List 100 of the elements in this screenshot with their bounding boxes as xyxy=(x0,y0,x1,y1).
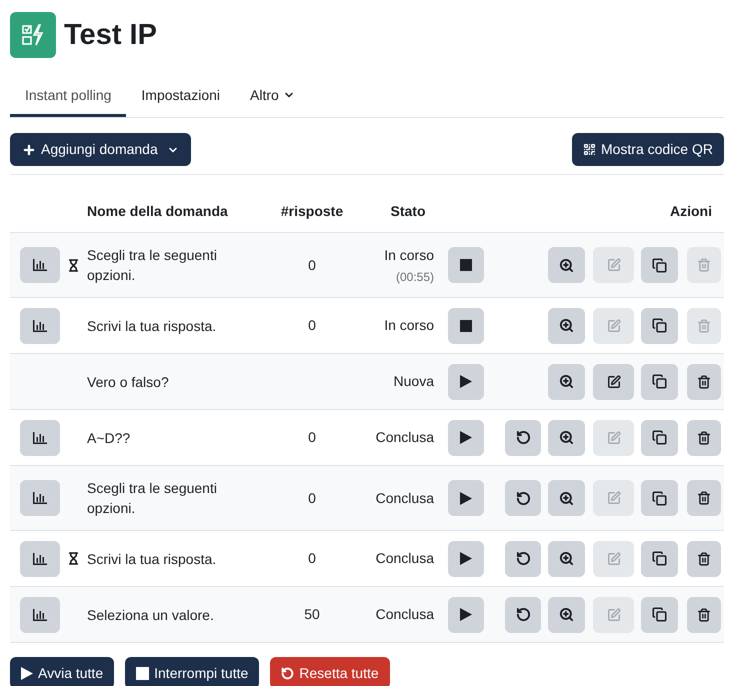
preview-button[interactable] xyxy=(548,480,585,516)
reset-button[interactable] xyxy=(505,420,541,456)
play-icon xyxy=(460,431,472,444)
add-question-button[interactable]: Aggiungi domanda xyxy=(10,133,191,166)
copy-button[interactable] xyxy=(641,596,678,632)
stats-button[interactable] xyxy=(20,247,60,283)
column-header: Nome della domanda xyxy=(87,203,228,219)
preview-button[interactable] xyxy=(548,308,585,344)
copy-button[interactable] xyxy=(641,308,678,344)
reset-icon xyxy=(516,490,530,506)
edit-icon xyxy=(606,491,620,505)
reset-all-button[interactable]: Resetta tutte xyxy=(270,657,390,686)
play-icon xyxy=(21,666,33,680)
response-count: 0 xyxy=(308,550,316,566)
copy-icon xyxy=(652,551,667,566)
edit-icon xyxy=(606,608,620,622)
column-header: Azioni xyxy=(670,203,712,219)
stats-button[interactable] xyxy=(20,420,60,456)
copy-button[interactable] xyxy=(641,480,678,516)
preview-button[interactable] xyxy=(548,247,585,283)
copy-icon xyxy=(652,490,667,506)
delete-button[interactable] xyxy=(687,420,721,456)
play-icon xyxy=(460,552,472,565)
tab[interactable]: Impostazioni xyxy=(126,76,235,117)
column-header: #risposte xyxy=(280,203,344,219)
qr-code-icon xyxy=(582,143,596,156)
reset-button[interactable] xyxy=(505,480,541,516)
zoom-in-icon xyxy=(559,374,574,389)
trash-icon xyxy=(697,491,711,505)
play-icon xyxy=(460,492,472,504)
reset-icon xyxy=(516,551,530,566)
zoom-in-icon xyxy=(559,258,574,272)
question-name: Scegli tra le seguenti opzioni. xyxy=(87,247,217,283)
status-label: In corso xyxy=(384,316,434,335)
response-count: 50 xyxy=(304,606,320,622)
preview-button[interactable] xyxy=(548,420,585,456)
reset-icon xyxy=(281,666,294,680)
reset-button[interactable] xyxy=(505,596,541,632)
zoom-in-icon xyxy=(559,430,574,445)
edit-button[interactable] xyxy=(593,364,634,400)
delete-button[interactable] xyxy=(687,540,721,576)
play-button[interactable] xyxy=(448,596,484,632)
copy-icon xyxy=(652,258,667,272)
copy-button[interactable] xyxy=(641,247,678,283)
qr-code-button[interactable]: Mostra codice QR xyxy=(572,133,724,166)
delete-button[interactable] xyxy=(687,364,721,400)
delete-button[interactable] xyxy=(687,480,721,516)
zoom-in-icon xyxy=(559,318,574,333)
trash-icon xyxy=(697,608,711,622)
play-button[interactable] xyxy=(448,480,484,516)
edit-icon xyxy=(606,430,620,444)
preview-button[interactable] xyxy=(548,540,585,576)
status-label: Conclusa xyxy=(376,549,434,568)
play-icon xyxy=(460,375,472,388)
question-name: Scrivi la tua risposta. xyxy=(87,550,216,566)
preview-button[interactable] xyxy=(548,596,585,632)
zoom-in-icon xyxy=(559,551,574,566)
bar-chart-icon xyxy=(33,259,47,271)
edit-icon xyxy=(606,318,620,332)
status-label: Conclusa xyxy=(376,488,434,508)
preview-button[interactable] xyxy=(548,364,585,400)
trash-icon xyxy=(697,374,711,388)
copy-icon xyxy=(652,374,667,389)
status-label: Conclusa xyxy=(376,605,434,624)
trash-icon xyxy=(697,258,711,272)
copy-button[interactable] xyxy=(641,364,678,400)
stop-button[interactable] xyxy=(448,308,484,344)
tab[interactable]: Instant polling xyxy=(10,76,126,117)
copy-icon xyxy=(652,430,667,445)
reset-icon xyxy=(516,430,530,445)
bar-chart-icon xyxy=(33,608,47,620)
bar-chart-icon xyxy=(33,492,47,504)
edit-icon xyxy=(606,552,620,566)
copy-button[interactable] xyxy=(641,540,678,576)
question-name: Scrivi la tua risposta. xyxy=(87,318,216,334)
play-button[interactable] xyxy=(448,364,484,400)
copy-icon xyxy=(652,607,667,622)
trash-icon xyxy=(697,552,711,566)
stop-icon xyxy=(460,259,472,271)
zoom-in-icon xyxy=(559,490,574,506)
stop-icon xyxy=(460,320,472,332)
stats-button[interactable] xyxy=(20,540,60,576)
stats-button[interactable] xyxy=(20,480,60,516)
question-name: Scegli tra le seguenti opzioni. xyxy=(87,480,217,516)
trash-icon xyxy=(697,318,711,332)
reset-button[interactable] xyxy=(505,540,541,576)
stats-button[interactable] xyxy=(20,596,60,632)
edit-icon xyxy=(606,374,620,388)
start-all-button[interactable]: Avvia tutte xyxy=(10,657,114,686)
bar-chart-icon xyxy=(33,552,47,564)
app-logo-icon xyxy=(10,12,56,58)
stats-button[interactable] xyxy=(20,308,60,344)
tab[interactable]: Altro xyxy=(235,76,310,117)
delete-button[interactable] xyxy=(687,596,721,632)
bar-chart-icon xyxy=(33,432,47,444)
play-button[interactable] xyxy=(448,540,484,576)
stop-button[interactable] xyxy=(448,247,484,283)
copy-button[interactable] xyxy=(641,420,678,456)
stop-all-button[interactable]: Interrompi tutte xyxy=(125,657,260,686)
play-button[interactable] xyxy=(448,420,484,456)
